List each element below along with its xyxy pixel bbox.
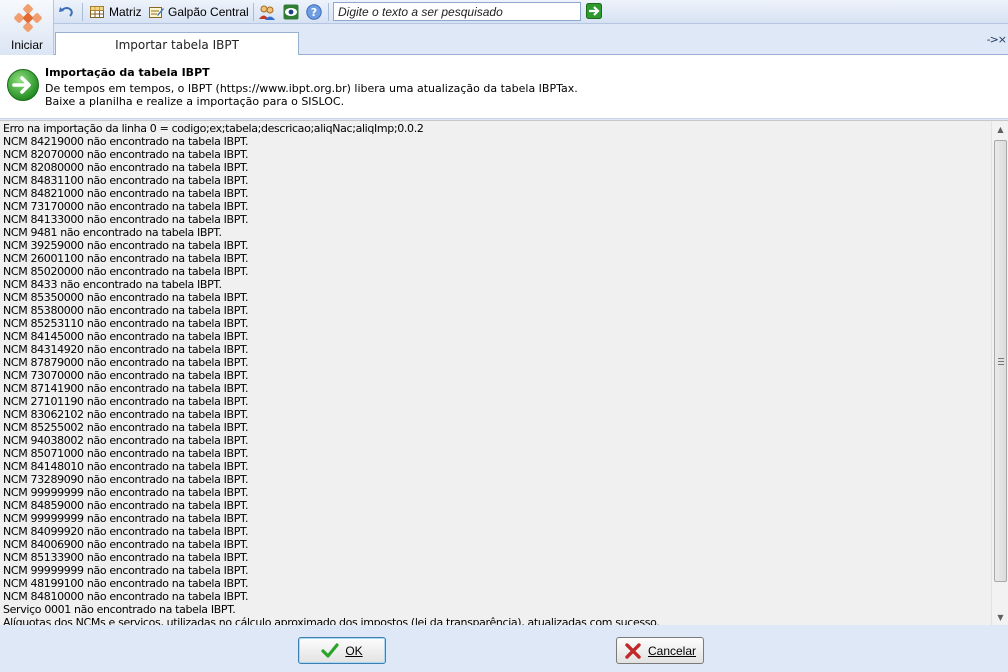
search-go-icon[interactable]: [586, 3, 602, 19]
log-line: NCM 26001100 não encontrado na tabela IB…: [3, 252, 249, 265]
checkmark-icon: [321, 642, 339, 658]
toolbar-separator: [82, 3, 83, 21]
edit-form-icon: [149, 7, 164, 18]
log-line: NCM 9481 não encontrado na tabela IBPT.: [3, 226, 222, 239]
log-line: NCM 84133000 não encontrado na tabela IB…: [3, 213, 249, 226]
log-line: NCM 84148010 não encontrado na tabela IB…: [3, 460, 249, 473]
matriz-label: Matriz: [109, 5, 142, 19]
scroll-thumb[interactable]: [994, 140, 1007, 582]
import-log[interactable]: Erro na importação da linha 0 = codigo;e…: [0, 120, 1008, 625]
eye-icon: [283, 4, 299, 20]
galpao-label: Galpão Central: [168, 5, 249, 19]
app-logo-icon: [14, 4, 42, 32]
log-line: NCM 87879000 não encontrado na tabela IB…: [3, 356, 249, 369]
log-line: NCM 84314920 não encontrado na tabela IB…: [3, 343, 249, 356]
matriz-button[interactable]: Matriz: [89, 3, 142, 21]
toolbar-separator: [253, 3, 254, 21]
log-line: NCM 82080000 não encontrado na tabela IB…: [3, 161, 249, 174]
page-header: Importação da tabela IBPT De tempos em t…: [0, 55, 1008, 119]
log-line: NCM 84831100 não encontrado na tabela IB…: [3, 174, 249, 187]
log-line: Serviço 0001 não encontrado na tabela IB…: [3, 603, 236, 616]
log-line: NCM 85350000 não encontrado na tabela IB…: [3, 291, 249, 304]
log-line: Erro na importação da linha 0 = codigo;e…: [3, 122, 424, 135]
tab-importar-ibpt[interactable]: Importar tabela IBPT: [55, 32, 299, 56]
dialog-footer: OK Cancelar: [0, 625, 1008, 672]
cancel-button[interactable]: Cancelar: [616, 637, 704, 664]
log-line: NCM 82070000 não encontrado na tabela IB…: [3, 148, 249, 161]
ok-button[interactable]: OK: [298, 637, 386, 664]
help-icon: ?: [306, 4, 322, 20]
start-label: Iniciar: [10, 38, 43, 52]
log-line: NCM 83062102 não encontrado na tabela IB…: [3, 408, 249, 421]
log-line: NCM 84821000 não encontrado na tabela IB…: [3, 187, 249, 200]
cancel-x-icon: [625, 642, 641, 659]
top-toolbar: Matriz Galpão Central ? Digite o texto a…: [0, 0, 1008, 24]
log-line: NCM 94038002 não encontrado na tabela IB…: [3, 434, 249, 447]
start-button[interactable]: Iniciar: [0, 0, 54, 55]
scroll-down-icon[interactable]: ▼: [992, 609, 1008, 625]
header-description: De tempos em tempos, o IBPT (https://www…: [45, 82, 578, 95]
log-line: NCM 39259000 não encontrado na tabela IB…: [3, 239, 249, 252]
arrow-right-icon: [7, 69, 39, 101]
log-lines: Erro na importação da linha 0 = codigo;e…: [3, 122, 988, 625]
log-line: NCM 84859000 não encontrado na tabela IB…: [3, 499, 249, 512]
page-title: Importação da tabela IBPT: [45, 66, 210, 79]
log-line: NCM 84006900 não encontrado na tabela IB…: [3, 538, 249, 551]
log-line: NCM 27101190 não encontrado na tabela IB…: [3, 395, 249, 408]
undo-button[interactable]: [58, 3, 74, 21]
ok-label: OK: [345, 643, 363, 658]
tab-close-icon[interactable]: ->×: [987, 33, 1007, 46]
log-line: NCM 85253110 não encontrado na tabela IB…: [3, 317, 249, 330]
log-line: NCM 84219000 não encontrado na tabela IB…: [3, 135, 249, 148]
grip-icon: [998, 358, 1004, 365]
log-line: NCM 84145000 não encontrado na tabela IB…: [3, 330, 249, 343]
log-line: NCM 99999999 não encontrado na tabela IB…: [3, 486, 249, 499]
cancel-label: Cancelar: [647, 643, 697, 658]
scroll-up-icon[interactable]: ▲: [992, 121, 1008, 138]
log-line: NCM 85133900 não encontrado na tabela IB…: [3, 551, 249, 564]
view-button[interactable]: [283, 3, 299, 21]
log-line: NCM 48199100 não encontrado na tabela IB…: [3, 577, 249, 590]
log-line: NCM 84810000 não encontrado na tabela IB…: [3, 590, 249, 603]
log-line: NCM 85071000 não encontrado na tabela IB…: [3, 447, 249, 460]
galpao-central-button[interactable]: Galpão Central: [148, 3, 249, 21]
log-line: NCM 73289090 não encontrado na tabela IB…: [3, 473, 249, 486]
svg-text:?: ?: [311, 6, 317, 19]
log-line: NCM 84099920 não encontrado na tabela IB…: [3, 525, 249, 538]
log-line: NCM 8433 não encontrado na tabela IBPT.: [3, 278, 222, 291]
users-button[interactable]: [259, 3, 275, 21]
tab-strip: Importar tabela IBPT ->×: [54, 24, 1008, 56]
undo-icon: [59, 7, 73, 17]
toolbar-separator: [328, 3, 329, 21]
log-line: NCM 87141900 não encontrado na tabela IB…: [3, 382, 249, 395]
log-line: NCM 73070000 não encontrado na tabela IB…: [3, 369, 249, 382]
log-line: Alíquotas dos NCMs e serviços, utilizada…: [3, 616, 660, 625]
vertical-scrollbar[interactable]: ▲ ▼: [991, 121, 1008, 625]
log-line: NCM 73170000 não encontrado na tabela IB…: [3, 200, 249, 213]
users-icon: [259, 5, 275, 20]
log-line: NCM 99999999 não encontrado na tabela IB…: [3, 564, 249, 577]
log-line: NCM 85020000 não encontrado na tabela IB…: [3, 265, 249, 278]
log-line: NCM 85380000 não encontrado na tabela IB…: [3, 304, 249, 317]
grid-icon: [90, 6, 104, 18]
search-input[interactable]: Digite o texto a ser pesquisado: [333, 2, 581, 21]
log-line: NCM 99999999 não encontrado na tabela IB…: [3, 512, 249, 525]
header-instruction: Baixe a planilha e realize a importação …: [45, 95, 345, 108]
help-button[interactable]: ?: [306, 3, 322, 21]
log-line: NCM 85255002 não encontrado na tabela IB…: [3, 421, 249, 434]
